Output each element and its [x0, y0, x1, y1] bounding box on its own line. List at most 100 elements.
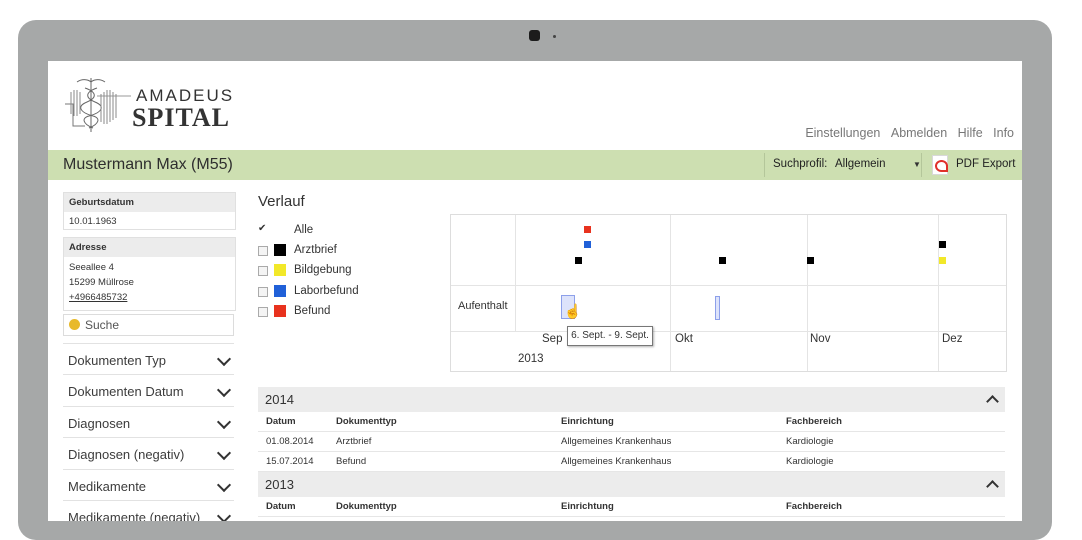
event-marker-befund[interactable] — [584, 226, 591, 233]
chevron-down-icon — [216, 351, 232, 367]
cell-datum: 15.07.2014 — [266, 456, 314, 467]
column-header[interactable]: Datum — [266, 501, 296, 512]
filter-label: Medikamente — [68, 479, 147, 494]
cell-fachbereich: Kardiologie — [786, 456, 834, 467]
birthdate-label: Geburtsdatum — [64, 193, 235, 212]
checkbox[interactable] — [258, 246, 268, 256]
filter-medikamente[interactable]: Medikamente — [63, 469, 234, 501]
address-label: Adresse — [64, 238, 235, 257]
event-marker-arztbrief[interactable] — [807, 257, 814, 264]
filter-label: Dokumenten Datum — [68, 384, 184, 399]
filter-diagnosen[interactable]: Diagnosen — [63, 406, 234, 438]
cell-einrichtung: Allgemeines Krankenhaus — [561, 456, 672, 467]
chevron-down-icon — [216, 382, 232, 398]
month-label: Sep — [542, 333, 563, 345]
stay-bar[interactable] — [715, 296, 720, 320]
nav-hilfe[interactable]: Hilfe — [958, 126, 983, 140]
chevron-down-icon — [216, 477, 232, 493]
color-swatch — [274, 244, 286, 256]
checkbox[interactable] — [258, 266, 268, 276]
event-marker-bildgebung[interactable] — [939, 257, 946, 264]
patient-bar: Mustermann Max (M55) Suchprofil: Allgeme… — [48, 150, 1022, 180]
grid-line — [938, 215, 939, 371]
grid-line — [807, 215, 808, 371]
legend-label: Laborbefund — [294, 285, 359, 297]
patient-name: Mustermann Max (M55) — [63, 156, 233, 173]
column-header[interactable]: Fachbereich — [786, 416, 842, 427]
chevron-down-icon — [216, 445, 232, 461]
event-marker-arztbrief[interactable] — [939, 241, 946, 248]
column-header[interactable]: Einrichtung — [561, 501, 614, 512]
checkbox[interactable] — [258, 287, 268, 297]
column-header[interactable]: Dokumenttyp — [336, 501, 397, 512]
nav-einstellungen[interactable]: Einstellungen — [805, 126, 880, 140]
app-screen: AMADEUS SPITAL Einstellungen Abmelden Hi… — [48, 61, 1022, 521]
nav-info[interactable]: Info — [993, 126, 1014, 140]
filter-label: Dokumenten Typ — [68, 353, 167, 368]
event-marker-arztbrief[interactable] — [719, 257, 726, 264]
color-swatch — [274, 305, 286, 317]
divider — [921, 153, 922, 177]
filter-label: Diagnosen — [68, 416, 131, 431]
chevron-up-icon[interactable] — [986, 395, 999, 408]
filter-dokumenten-typ[interactable]: Dokumenten Typ — [63, 343, 234, 375]
color-swatch — [274, 285, 286, 297]
chevron-up-icon[interactable] — [986, 480, 999, 493]
cell-dokumenttyp: Arztbrief — [336, 436, 372, 447]
top-navigation: Einstellungen Abmelden Hilfe Info — [798, 126, 1014, 140]
address-box: Adresse Seeallee 4 15299 Müllrose +49664… — [63, 237, 236, 311]
verlauf-title: Verlauf — [258, 193, 305, 210]
filter-medikamente-negativ[interactable]: Medikamente (negativ) — [63, 500, 234, 521]
grid-line — [451, 331, 1006, 332]
camera-icon — [529, 30, 540, 41]
filter-dokumenten-datum[interactable]: Dokumenten Datum — [63, 374, 234, 406]
pdf-export-button[interactable]: PDF Export — [956, 158, 1015, 170]
nav-abmelden[interactable]: Abmelden — [891, 126, 947, 140]
event-marker-arztbrief[interactable] — [575, 257, 582, 264]
column-header[interactable]: Datum — [266, 416, 296, 427]
pdf-icon[interactable] — [932, 155, 948, 175]
year-group-header[interactable]: 2014 — [258, 387, 1005, 412]
legend-label: Alle — [294, 224, 314, 236]
search-placeholder: Suche — [85, 318, 120, 332]
filter-label: Medikamente (negativ) — [68, 510, 201, 521]
checkbox-checked[interactable]: ✔ — [258, 223, 266, 234]
logo: AMADEUS SPITAL — [63, 74, 233, 138]
checkbox[interactable] — [258, 307, 268, 317]
search-input[interactable]: Suche — [63, 314, 234, 336]
event-marker-laborbefund[interactable] — [584, 241, 591, 248]
year-group-label: 2013 — [265, 477, 294, 492]
suchprofil-select[interactable]: Allgemein — [835, 158, 886, 170]
chevron-down-icon — [216, 414, 232, 430]
chevron-down-icon[interactable]: ▼ — [913, 160, 921, 169]
grid-line — [670, 215, 671, 371]
column-header[interactable]: Dokumenttyp — [336, 416, 397, 427]
search-icon — [69, 319, 80, 330]
cell-fachbereich: Kardiologie — [786, 436, 834, 447]
month-label: Dez — [942, 333, 963, 345]
camera-indicator — [553, 35, 556, 38]
caduceus-icon — [65, 78, 131, 132]
suchprofil-label: Suchprofil: — [773, 158, 828, 170]
divider — [764, 153, 765, 177]
legend-label: Befund — [294, 305, 331, 317]
timeline-chart: Aufenthalt ☝ 6. Sept. - 9. Sept. Sep Okt… — [450, 214, 1007, 372]
table-row[interactable]: 01.08.2014 Arztbrief Allgemeines Kranken… — [258, 432, 1005, 452]
filter-diagnosen-negativ[interactable]: Diagnosen (negativ) — [63, 437, 234, 469]
year-label: 2013 — [518, 353, 544, 365]
document-table: 2014 Datum Dokumenttyp Einrichtung Fachb… — [258, 387, 1005, 517]
year-group-header[interactable]: 2013 — [258, 472, 1005, 497]
column-header[interactable]: Fachbereich — [786, 501, 842, 512]
filter-label: Diagnosen (negativ) — [68, 447, 185, 462]
row-label-aufenthalt: Aufenthalt — [458, 300, 508, 312]
cell-einrichtung: Allgemeines Krankenhaus — [561, 436, 672, 447]
brand-line2: SPITAL — [132, 103, 230, 132]
legend-label: Arztbrief — [294, 244, 337, 256]
hand-cursor-icon: ☝ — [564, 303, 582, 319]
address-phone-link[interactable]: +4966485732 — [64, 290, 235, 305]
column-header[interactable]: Einrichtung — [561, 416, 614, 427]
cell-datum: 01.08.2014 — [266, 436, 314, 447]
address-city: 15299 Müllrose — [69, 277, 134, 288]
year-group-label: 2014 — [265, 392, 294, 407]
table-row[interactable]: 15.07.2014 Befund Allgemeines Krankenhau… — [258, 452, 1005, 472]
